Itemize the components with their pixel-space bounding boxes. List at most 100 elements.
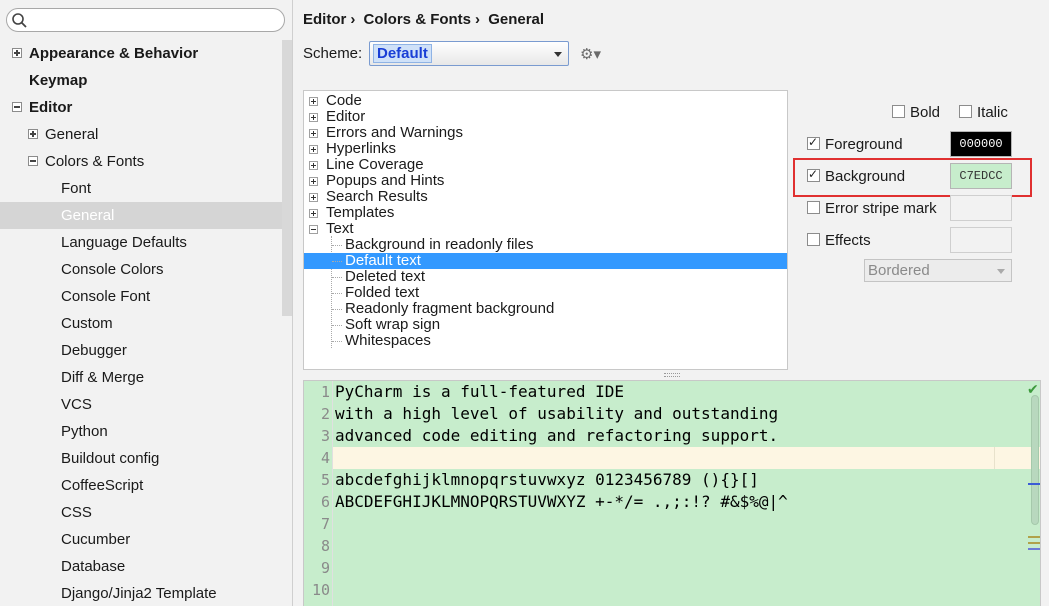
sidebar-item[interactable]: CoffeeScript — [0, 472, 292, 499]
attribute-label: Default text — [345, 252, 421, 269]
attribute-item[interactable]: Soft wrap sign — [304, 317, 787, 333]
settings-search-input[interactable] — [6, 8, 285, 32]
background-checkbox[interactable] — [807, 167, 820, 182]
attribute-item[interactable]: Popups and Hints — [304, 173, 787, 189]
attribute-item[interactable]: Search Results — [304, 189, 787, 205]
sidebar-item[interactable]: Editor — [0, 94, 292, 121]
expand-icon[interactable] — [12, 48, 22, 58]
preview-scrollbar[interactable] — [1031, 395, 1039, 525]
attribute-item[interactable]: Line Coverage — [304, 157, 787, 173]
sidebar-item[interactable]: Language Defaults — [0, 229, 292, 256]
color-attributes-tree: Code Editor Errors and Warnings Hyperlinks L… — [303, 90, 788, 370]
splitter-handle[interactable] — [664, 373, 680, 377]
expand-icon[interactable] — [309, 177, 318, 186]
foreground-checkbox[interactable] — [807, 135, 820, 150]
sidebar-item-label: Console Colors — [61, 261, 164, 278]
expand-icon[interactable] — [309, 209, 318, 218]
sidebar-item[interactable]: Debugger — [0, 337, 292, 364]
expand-icon[interactable] — [309, 113, 318, 122]
breadcrumb-separator: › — [350, 11, 356, 28]
collapse-icon[interactable] — [309, 225, 318, 234]
sidebar-item-label: Keymap — [29, 72, 88, 89]
sidebar-item[interactable]: Custom — [0, 310, 292, 337]
line-number: 1 — [320, 383, 330, 401]
sidebar-item-label: General — [61, 207, 115, 224]
error-stripe-label: Error stripe mark — [825, 200, 937, 217]
attribute-item[interactable]: Editor — [304, 109, 787, 125]
color-preview-editor[interactable]: 1 2 3 4 5 6 7 8 9 10 ✔ PyCharm is a full-featured… — [303, 380, 1041, 606]
sidebar-item[interactable]: Cucumber — [0, 526, 292, 553]
sidebar-item[interactable]: General — [0, 202, 292, 229]
breadcrumb-general: General — [488, 11, 545, 28]
attribute-item[interactable]: Hyperlinks — [304, 141, 787, 157]
error-stripe-color-swatch[interactable] — [950, 195, 1012, 221]
expand-icon[interactable] — [309, 129, 318, 138]
attribute-item[interactable]: Deleted text — [304, 269, 787, 285]
background-label: Background — [825, 168, 906, 185]
expand-icon[interactable] — [309, 97, 318, 106]
collapse-icon[interactable] — [12, 102, 22, 112]
bold-label: Bold — [910, 104, 941, 121]
collapse-icon[interactable] — [28, 156, 38, 166]
sidebar-item-label: Buildout config — [61, 450, 160, 467]
attribute-item[interactable]: Background in readonly files — [304, 237, 787, 253]
sidebar-item[interactable]: Colors & Fonts — [0, 148, 292, 175]
background-color-swatch[interactable]: C7EDCC — [950, 163, 1012, 189]
attribute-label: Search Results — [326, 188, 428, 205]
expand-icon[interactable] — [309, 145, 318, 154]
scheme-label: Scheme: — [303, 45, 363, 62]
sidebar-item[interactable]: Font — [0, 175, 292, 202]
sidebar-item[interactable]: Database — [0, 553, 292, 580]
italic-checkbox[interactable] — [959, 105, 972, 118]
sidebar-item[interactable]: Console Font — [0, 283, 292, 310]
code-line: PyCharm is a full-featured IDE — [335, 382, 624, 401]
code-line: advanced code editing and refactoring su… — [335, 426, 779, 445]
attribute-item[interactable]: Whitespaces — [304, 333, 787, 349]
attribute-label: Templates — [326, 204, 395, 221]
expand-icon[interactable] — [28, 129, 38, 139]
expand-icon[interactable] — [309, 193, 318, 202]
attribute-item[interactable]: Folded text — [304, 285, 787, 301]
attribute-item[interactable]: Errors and Warnings — [304, 125, 787, 141]
foreground-label: Foreground — [825, 136, 903, 153]
sidebar-scrollbar[interactable] — [282, 40, 292, 316]
sidebar-item-label: Appearance & Behavior — [29, 45, 199, 62]
line-number: 3 — [320, 427, 330, 445]
bold-checkbox[interactable] — [892, 105, 905, 118]
search-icon — [12, 13, 27, 28]
scheme-dropdown[interactable]: Default — [369, 41, 569, 66]
sidebar-item[interactable]: General — [0, 121, 292, 148]
sidebar-item[interactable]: Appearance & Behavior — [0, 40, 292, 67]
sidebar-item[interactable]: Console Colors — [0, 256, 292, 283]
line-number: 9 — [320, 559, 330, 577]
sidebar-item[interactable]: VCS — [0, 391, 292, 418]
error-stripe — [1028, 381, 1040, 606]
settings-sidebar: Appearance & Behavior Keymap Editor General… — [0, 0, 293, 606]
attribute-label: Hyperlinks — [326, 140, 397, 157]
effects-style-dropdown[interactable]: Bordered — [864, 259, 1012, 282]
attribute-item[interactable]: Code — [304, 93, 787, 109]
sidebar-item[interactable]: Python — [0, 418, 292, 445]
tree-connector — [332, 309, 342, 310]
sidebar-item[interactable]: Keymap — [0, 67, 292, 94]
sidebar-item[interactable]: Django/Jinja2 Template — [0, 580, 292, 606]
effects-checkbox[interactable] — [807, 233, 820, 246]
sidebar-item[interactable]: CSS — [0, 499, 292, 526]
sidebar-item-label: CSS — [61, 504, 92, 521]
sidebar-item[interactable]: Buildout config — [0, 445, 292, 472]
attribute-item[interactable]: Templates — [304, 205, 787, 221]
sidebar-item-label: Font — [61, 180, 92, 197]
line-number: 10 — [311, 581, 330, 599]
expand-icon[interactable] — [309, 161, 318, 170]
breadcrumb: Editor › Colors & Fonts › General — [303, 11, 548, 28]
gear-icon[interactable]: ⚙▾ — [580, 45, 601, 63]
sidebar-item-label: Language Defaults — [61, 234, 187, 251]
sidebar-item[interactable]: Diff & Merge — [0, 364, 292, 391]
effects-color-swatch[interactable] — [950, 227, 1012, 253]
error-stripe-checkbox[interactable] — [807, 201, 820, 214]
attribute-item[interactable]: Readonly fragment background — [304, 301, 787, 317]
foreground-color-swatch[interactable]: 000000 — [950, 131, 1012, 157]
attribute-item[interactable]: Default text — [304, 253, 787, 269]
line-number-gutter: 1 2 3 4 5 6 7 8 9 10 — [304, 381, 333, 606]
attribute-item[interactable]: Text — [304, 221, 787, 237]
